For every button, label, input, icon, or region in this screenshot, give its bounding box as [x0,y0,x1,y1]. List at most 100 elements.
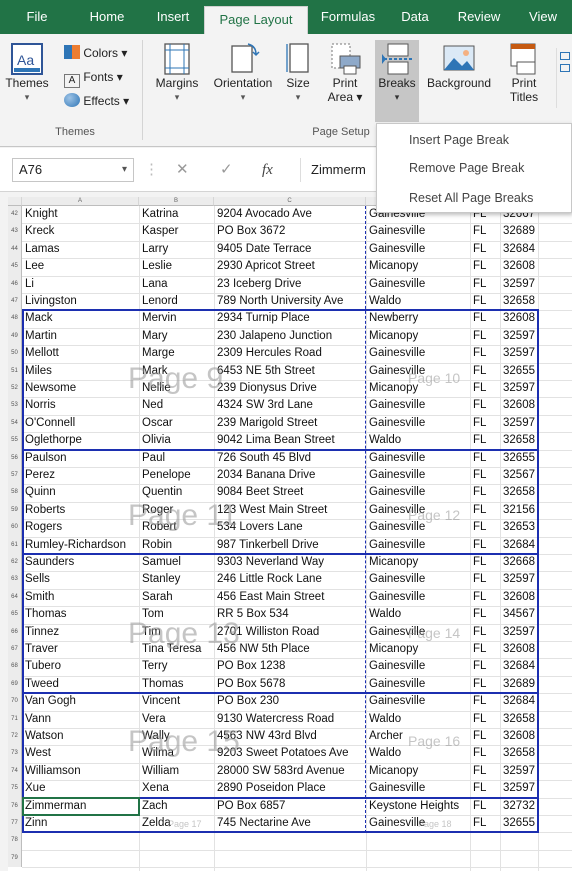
row-number[interactable]: 66 [8,623,22,641]
print-titles-button[interactable]: Print Titles [502,42,546,104]
row-number[interactable]: 45 [8,258,22,276]
cell-zip[interactable]: 32658 [500,432,538,449]
row-number[interactable]: 64 [8,588,22,607]
cell-address[interactable]: 726 South 45 Blvd [214,450,366,467]
cell-address[interactable] [214,832,366,849]
cell-address[interactable]: PO Box 6857 [214,798,366,815]
row-number[interactable]: 58 [8,484,22,502]
cell-address[interactable]: 9042 Lima Bean Street [214,432,366,449]
cell-city[interactable]: Gainesville [366,658,470,675]
cell-last[interactable]: Quinn [22,484,139,501]
cell-address[interactable]: 28000 SW 583rd Avenue [214,763,366,780]
row-number[interactable]: 57 [8,467,22,485]
cell-address[interactable]: 246 Little Rock Lane [214,571,366,588]
cell-city[interactable]: Waldo [366,711,470,728]
row-number[interactable]: 53 [8,397,22,415]
cell-last[interactable]: O'Connell [22,415,139,432]
cell-address[interactable]: 456 East Main Street [214,589,366,606]
tab-data[interactable]: Data [392,0,438,34]
cell-zip[interactable]: 32608 [500,641,538,658]
cell-state[interactable]: FL [470,241,500,258]
name-box[interactable]: A76 ▾ [12,158,134,182]
margins-button[interactable]: Margins ▾ [148,42,206,104]
cell-zip[interactable]: 32684 [500,537,538,554]
cell-first[interactable]: Penelope [139,467,214,484]
cell-address[interactable]: 2930 Apricot Street [214,258,366,275]
cell-last[interactable]: Vann [22,711,139,728]
cell-state[interactable]: FL [470,310,500,327]
orientation-button[interactable]: Orientation ▾ [206,42,280,104]
cell-first[interactable] [139,850,214,867]
row-number[interactable]: 72 [8,728,22,746]
cell-state[interactable]: FL [470,676,500,693]
cell-city[interactable] [366,832,470,849]
cell-last[interactable]: Miles [22,363,139,380]
cell-zip[interactable]: 34567 [500,606,538,623]
column-header[interactable]: C [214,197,366,206]
cell-zip[interactable]: 32732 [500,798,538,815]
cell-state[interactable]: FL [470,258,500,275]
cell-zip[interactable]: 32655 [500,363,538,380]
cell-first[interactable]: Mervin [139,310,214,327]
cell-address[interactable]: 987 Tinkerbell Drive [214,537,366,554]
cell-zip[interactable]: 32597 [500,780,538,797]
cell-zip[interactable] [500,850,538,867]
tab-review[interactable]: Review [450,0,508,34]
select-all-corner[interactable] [8,197,22,206]
cell-city[interactable]: Gainesville [366,415,470,432]
cell-state[interactable]: FL [470,589,500,606]
cell-last[interactable]: Oglethorpe [22,432,139,449]
cell-first[interactable]: Vincent [139,693,214,710]
cell-state[interactable]: FL [470,328,500,345]
cell-zip[interactable]: 32658 [500,484,538,501]
tab-file[interactable]: File [16,0,58,34]
tab-home[interactable]: Home [80,0,134,34]
cell-zip[interactable]: 32668 [500,554,538,571]
row-number[interactable]: 55 [8,432,22,450]
themes-button[interactable]: Aa Themes ▾ [2,42,52,104]
cell-last[interactable]: Lamas [22,241,139,258]
cell-address[interactable]: PO Box 3672 [214,223,366,240]
cell-state[interactable]: FL [470,763,500,780]
cell-first[interactable]: Katrina [139,206,214,223]
cell-first[interactable]: Robin [139,537,214,554]
cell-address[interactable]: 9303 Neverland Way [214,554,366,571]
cell-last[interactable]: Xue [22,780,139,797]
cell-city[interactable]: Gainesville [366,450,470,467]
cell-address[interactable]: 6453 NE 5th Street [214,363,366,380]
cell-last[interactable]: Van Gogh [22,693,139,710]
cell-city[interactable]: Gainesville [366,241,470,258]
cell-last[interactable] [22,850,139,867]
remove-page-break-item[interactable]: Remove Page Break [409,158,524,178]
cell-state[interactable]: FL [470,432,500,449]
cell-zip[interactable]: 32653 [500,519,538,536]
cell-first[interactable]: Sarah [139,589,214,606]
cell-address[interactable]: 2034 Banana Drive [214,467,366,484]
cell-state[interactable]: FL [470,467,500,484]
row-number[interactable]: 71 [8,710,22,728]
cell-city[interactable]: Waldo [366,293,470,310]
row-number[interactable]: 77 [8,815,22,833]
cell-state[interactable]: FL [470,780,500,797]
row-number[interactable]: 56 [8,449,22,467]
cell-first[interactable]: Olivia [139,432,214,449]
cell-zip[interactable]: 32684 [500,658,538,675]
cell-last[interactable]: Rogers [22,519,139,536]
row-number[interactable]: 54 [8,414,22,433]
cell-city[interactable]: Gainesville [366,467,470,484]
cell-city[interactable]: Gainesville [366,571,470,588]
cell-state[interactable]: FL [470,484,500,501]
cell-address[interactable]: 239 Dionysus Drive [214,380,366,397]
cell-zip[interactable]: 32156 [500,502,538,519]
cell-last[interactable]: Smith [22,589,139,606]
row-number[interactable]: 61 [8,536,22,554]
cell-city[interactable]: Micanopy [366,641,470,658]
cell-address[interactable]: PO Box 5678 [214,676,366,693]
fonts-button[interactable]: A Fonts ▾ [64,68,123,88]
cell-address[interactable]: PO Box 230 [214,693,366,710]
cell-first[interactable]: Thomas [139,676,214,693]
cell-state[interactable]: FL [470,745,500,762]
cell-first[interactable]: Leslie [139,258,214,275]
cell-city[interactable]: Gainesville [366,484,470,501]
cell-zip[interactable]: 32684 [500,241,538,258]
